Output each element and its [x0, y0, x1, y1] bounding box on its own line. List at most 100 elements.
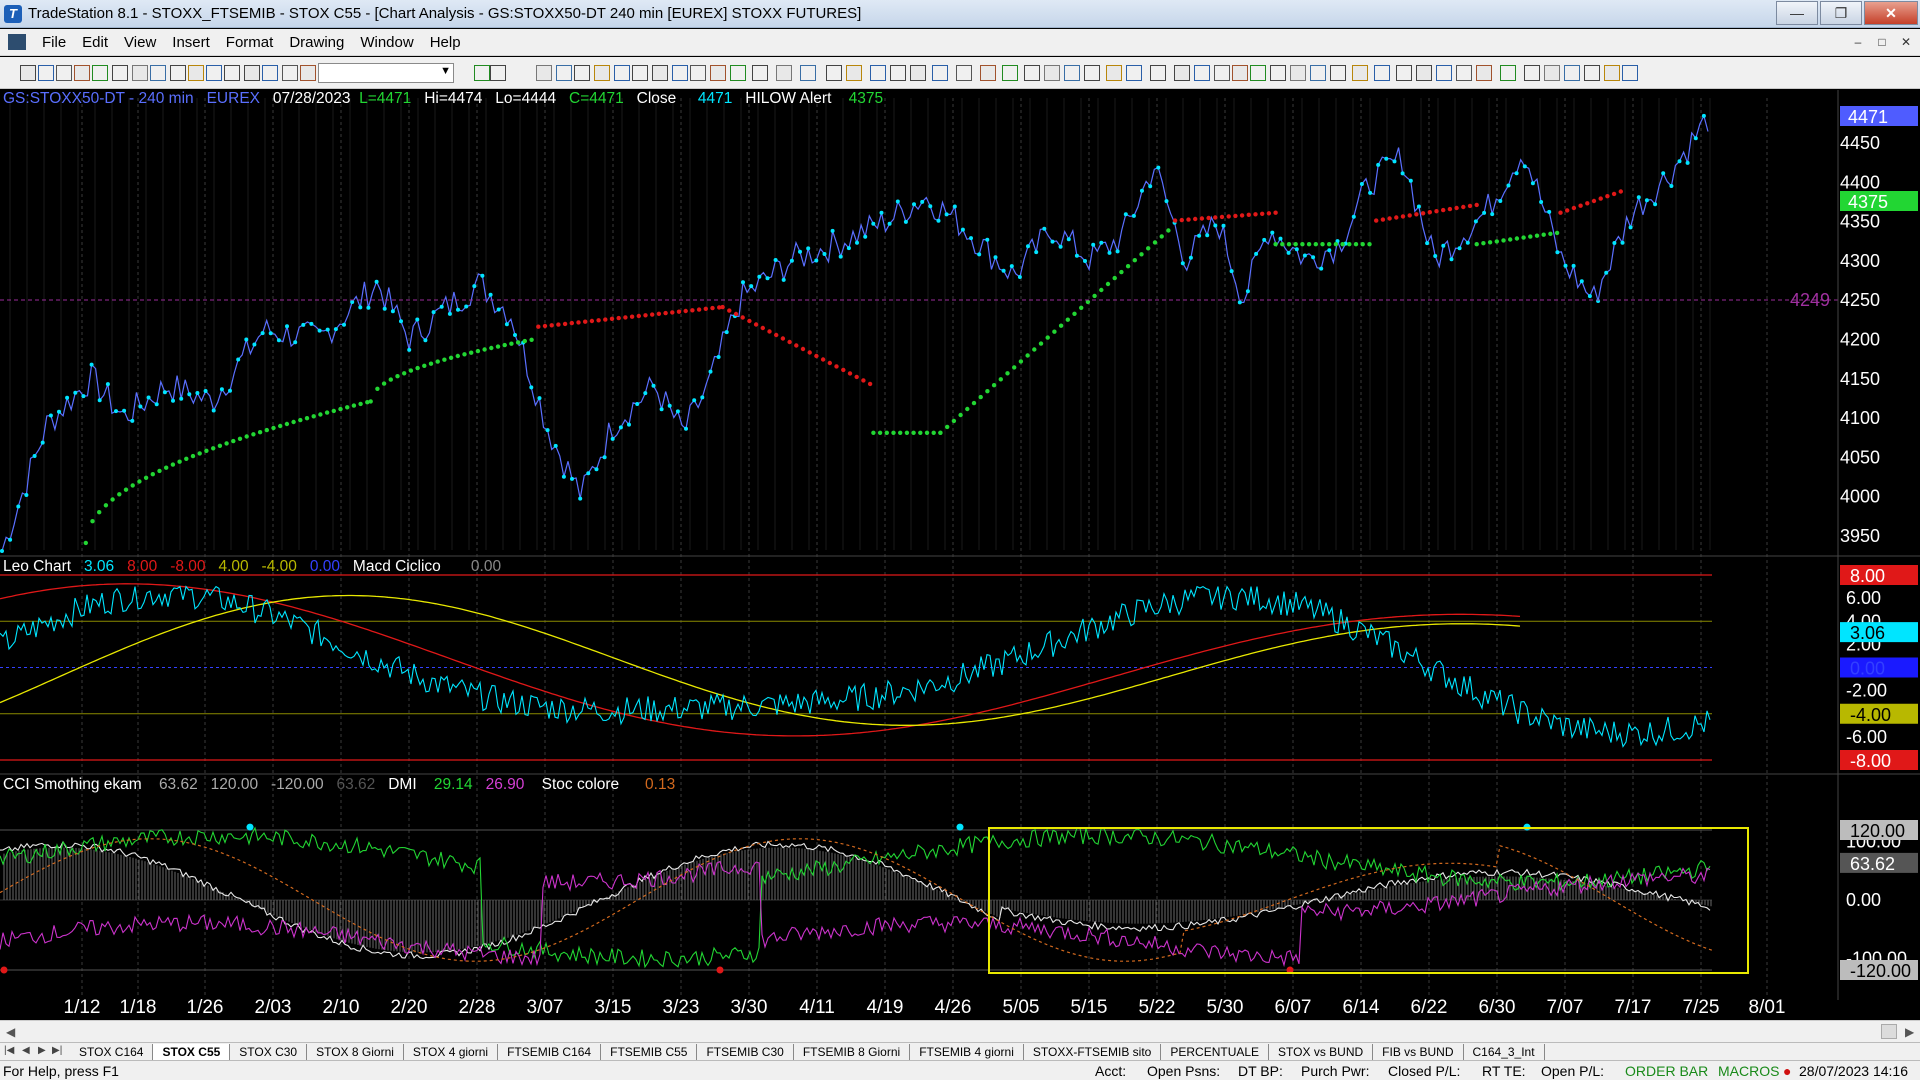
macros-button[interactable]: MACROS: [1718, 1063, 1779, 1079]
toolbar-tool-icon[interactable]: [1232, 65, 1248, 81]
toolbar-tool-icon[interactable]: [1150, 65, 1166, 81]
toolbar-tool-icon[interactable]: [672, 65, 688, 81]
toolbar-tool-icon[interactable]: [132, 65, 148, 81]
tab-next-icon[interactable]: ▶: [38, 1045, 46, 1056]
scroll-right-icon[interactable]: ▶: [1905, 1025, 1914, 1039]
tab-c164-3-int[interactable]: C164_3_Int: [1464, 1044, 1545, 1060]
toolbar-tool-icon[interactable]: [1174, 65, 1190, 81]
toolbar-tool-icon[interactable]: [1416, 65, 1432, 81]
menu-insert[interactable]: Insert: [164, 34, 218, 51]
toolbar-tool-icon[interactable]: [1524, 65, 1540, 81]
tab-last-icon[interactable]: ▶|: [52, 1045, 62, 1056]
toolbar-tool-icon[interactable]: [224, 65, 240, 81]
toolbar-tool-icon[interactable]: [474, 65, 490, 81]
toolbar-tool-icon[interactable]: [910, 65, 926, 81]
toolbar-tool-icon[interactable]: [1564, 65, 1580, 81]
tradestation-app-icon[interactable]: T: [4, 4, 22, 23]
menu-format[interactable]: Format: [218, 34, 282, 51]
toolbar-tool-icon[interactable]: [1064, 65, 1080, 81]
toolbar-tool-icon[interactable]: [1544, 65, 1560, 81]
toolbar-tool-icon[interactable]: [536, 65, 552, 81]
order-bar-button[interactable]: ORDER BAR: [1625, 1063, 1708, 1079]
mdi-restore-button[interactable]: □: [1872, 33, 1892, 51]
tab-ftsemib-8-giorni[interactable]: FTSEMIB 8 Giorni: [794, 1044, 911, 1060]
symbol-combo[interactable]: ▼: [318, 63, 454, 83]
toolbar-tool-icon[interactable]: [1024, 65, 1040, 81]
tab-stox-c164[interactable]: STOX C164: [70, 1044, 154, 1060]
toolbar-tool-icon[interactable]: [1352, 65, 1368, 81]
toolbar-tool-icon[interactable]: [980, 65, 996, 81]
toolbar-tool-icon[interactable]: [1476, 65, 1492, 81]
toolbar-tool-icon[interactable]: [956, 65, 972, 81]
toolbar-tool-icon[interactable]: [188, 65, 204, 81]
menu-view[interactable]: View: [116, 34, 164, 51]
toolbar-tool-icon[interactable]: [776, 65, 792, 81]
toolbar-tool-icon[interactable]: [690, 65, 706, 81]
toolbar-tool-icon[interactable]: [38, 65, 54, 81]
toolbar-tool-icon[interactable]: [56, 65, 72, 81]
toolbar-tool-icon[interactable]: [574, 65, 590, 81]
toolbar-tool-icon[interactable]: [262, 65, 278, 81]
chart-analysis-window[interactable]: 4249 4450 4400 4350 4300 4250 4200 4150 4100 4050…: [0, 90, 1920, 1020]
toolbar-tool-icon[interactable]: [556, 65, 572, 81]
tab-stox-4-giorni[interactable]: STOX 4 giorni: [404, 1044, 499, 1060]
toolbar-tool-icon[interactable]: [1436, 65, 1452, 81]
toolbar-tool-icon[interactable]: [1622, 65, 1638, 81]
tab-ftsemib-c55[interactable]: FTSEMIB C55: [601, 1044, 698, 1060]
horizontal-scrollbar[interactable]: ◀ ▶: [0, 1020, 1920, 1042]
mdi-minimize-button[interactable]: –: [1848, 33, 1868, 51]
scroll-thumb[interactable]: [1881, 1024, 1897, 1039]
tab-prev-icon[interactable]: ◀: [22, 1045, 30, 1056]
toolbar-tool-icon[interactable]: [1330, 65, 1346, 81]
toolbar-tool-icon[interactable]: [300, 65, 316, 81]
toolbar-tool-icon[interactable]: [890, 65, 906, 81]
toolbar-tool-icon[interactable]: [1396, 65, 1412, 81]
menu-file[interactable]: File: [34, 34, 74, 51]
tab-ftsemib-4-giorni[interactable]: FTSEMIB 4 giorni: [910, 1044, 1024, 1060]
toolbar-tool-icon[interactable]: [710, 65, 726, 81]
tab-stox-vs-bund[interactable]: STOX vs BUND: [1269, 1044, 1374, 1060]
toolbar-tool-icon[interactable]: [1604, 65, 1620, 81]
toolbar-tool-icon[interactable]: [1126, 65, 1142, 81]
toolbar-tool-icon[interactable]: [632, 65, 648, 81]
toolbar-tool-icon[interactable]: [652, 65, 668, 81]
chart-canvas[interactable]: 4249 4450 4400 4350 4300 4250 4200 4150 4100 4050…: [0, 90, 1920, 1020]
tab-stoxx-ftsemib-sito[interactable]: STOXX-FTSEMIB sito: [1024, 1044, 1162, 1060]
tab-stox-8-giorni[interactable]: STOX 8 Giorni: [307, 1044, 404, 1060]
tab-ftsemib-c164[interactable]: FTSEMIB C164: [498, 1044, 602, 1060]
toolbar-tool-icon[interactable]: [92, 65, 108, 81]
tab-percentuale[interactable]: PERCENTUALE: [1161, 1044, 1270, 1060]
toolbar-tool-icon[interactable]: [1584, 65, 1600, 81]
toolbar-tool-icon[interactable]: [1456, 65, 1472, 81]
menu-drawing[interactable]: Drawing: [281, 34, 352, 51]
mdi-close-button[interactable]: ✕: [1896, 33, 1916, 51]
chevron-down-icon[interactable]: ▼: [440, 65, 451, 77]
toolbar-tool-icon[interactable]: [1084, 65, 1100, 81]
toolbar-tool-icon[interactable]: [1044, 65, 1060, 81]
menu-edit[interactable]: Edit: [74, 34, 116, 51]
toolbar-tool-icon[interactable]: [170, 65, 186, 81]
toolbar-tool-icon[interactable]: [932, 65, 948, 81]
toolbar-tool-icon[interactable]: [1214, 65, 1230, 81]
toolbar-tool-icon[interactable]: [846, 65, 862, 81]
tab-first-icon[interactable]: |◀: [4, 1045, 14, 1056]
toolbar-tool-icon[interactable]: [1194, 65, 1210, 81]
toolbar-tool-icon[interactable]: [1310, 65, 1326, 81]
toolbar-tool-icon[interactable]: [490, 65, 506, 81]
menu-help[interactable]: Help: [422, 34, 469, 51]
toolbar-tool-icon[interactable]: [1374, 65, 1390, 81]
toolbar-tool-icon[interactable]: [74, 65, 90, 81]
tab-stox-c30[interactable]: STOX C30: [230, 1044, 308, 1060]
tab-ftsemib-c30[interactable]: FTSEMIB C30: [697, 1044, 794, 1060]
toolbar-tool-icon[interactable]: [1290, 65, 1306, 81]
tab-fib-vs-bund[interactable]: FIB vs BUND: [1373, 1044, 1464, 1060]
toolbar-tool-icon[interactable]: [150, 65, 166, 81]
toolbar-tool-icon[interactable]: [112, 65, 128, 81]
scroll-left-icon[interactable]: ◀: [6, 1025, 15, 1039]
toolbar-tool-icon[interactable]: [1250, 65, 1266, 81]
toolbar-tool-icon[interactable]: [206, 65, 222, 81]
toolbar-tool-icon[interactable]: [826, 65, 842, 81]
toolbar-tool-icon[interactable]: [800, 65, 816, 81]
minimize-button[interactable]: —: [1776, 1, 1818, 25]
toolbar-tool-icon[interactable]: [730, 65, 746, 81]
